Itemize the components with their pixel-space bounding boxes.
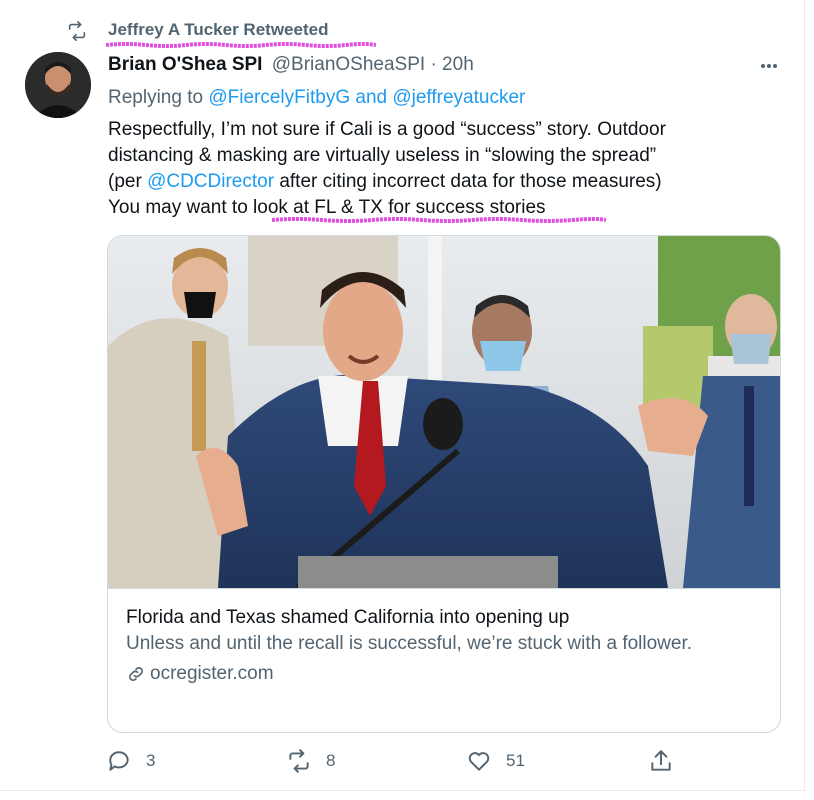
like-count: 51 xyxy=(506,751,525,770)
tweet-text-span: after citing incorrect data for those me… xyxy=(274,171,662,192)
tweet-line: Respectfully, I’m not sure if Cali is a … xyxy=(108,119,666,140)
like-button[interactable]: 51 xyxy=(466,748,525,774)
more-options-icon[interactable] xyxy=(756,56,786,76)
replying-prefix: Replying to xyxy=(108,87,209,108)
retweet-icon xyxy=(68,21,86,41)
reply-count: 3 xyxy=(146,751,156,770)
link-icon xyxy=(129,667,143,681)
reply-button[interactable]: 3 xyxy=(106,748,155,774)
tweet-text-span: (per xyxy=(108,171,148,192)
link-preview-card[interactable]: Florida and Texas shamed California into… xyxy=(107,235,781,733)
mention-link-jeffreyatucker[interactable]: @jeffreyatucker xyxy=(392,87,525,108)
reply-icon xyxy=(109,751,129,771)
mention-link-fiercelyfitbyg[interactable]: @FiercelyFitbyG xyxy=(208,87,350,108)
link-card-info: Florida and Texas shamed California into… xyxy=(126,606,766,685)
author-handle-timestamp[interactable]: @BrianOSheaSPI · 20h xyxy=(272,54,474,75)
retweeted-by-label[interactable]: Jeffrey A Tucker Retweeted xyxy=(108,20,328,40)
mention-link-cdcdirector[interactable]: @CDCDirector xyxy=(147,171,274,192)
replying-and: and xyxy=(350,87,393,108)
share-icon xyxy=(651,750,671,771)
article-description: Unless and until the recall is successfu… xyxy=(126,633,693,654)
article-photo[interactable] xyxy=(108,236,780,589)
highlight-underline xyxy=(272,217,606,223)
tweet-card[interactable]: Jeffrey A Tucker Retweeted Brian O'Shea … xyxy=(0,0,805,791)
retweet-button[interactable]: 8 xyxy=(286,748,335,774)
tweet-line: distancing & masking are virtually usele… xyxy=(108,145,657,166)
retweet-icon xyxy=(289,749,309,773)
heart-icon xyxy=(468,752,490,771)
replying-to: Replying to @FiercelyFitbyG and @jeffrey… xyxy=(108,87,525,109)
article-title[interactable]: Florida and Texas shamed California into… xyxy=(126,606,766,630)
author-row: Brian O'Shea SPI @BrianOSheaSPI · 20h xyxy=(108,54,474,76)
highlight-underline xyxy=(106,42,376,48)
author-name[interactable]: Brian O'Shea SPI xyxy=(108,54,262,75)
tweet-text: Respectfully, I’m not sure if Cali is a … xyxy=(108,117,768,221)
avatar[interactable] xyxy=(25,52,91,118)
article-domain[interactable]: ocregister.com xyxy=(126,663,766,685)
share-button[interactable] xyxy=(648,748,674,774)
article-domain-text: ocregister.com xyxy=(150,663,274,684)
retweet-indicator xyxy=(66,18,88,44)
tweet-line: (per @CDCDirector after citing incorrect… xyxy=(108,169,768,195)
retweet-count: 8 xyxy=(326,751,336,770)
